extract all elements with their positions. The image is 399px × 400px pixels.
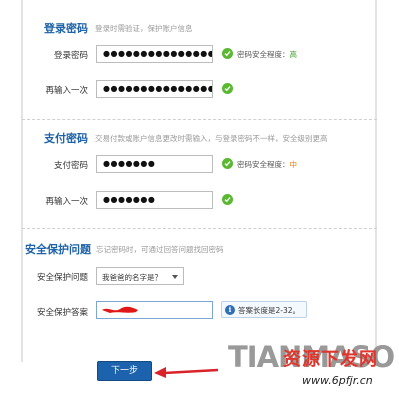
security-section-title: 安全保护问题 bbox=[25, 243, 91, 256]
payment-password-label: 支付密码 bbox=[53, 161, 88, 171]
payment-confirm-label: 再输入一次 bbox=[45, 197, 88, 207]
payment-section-title: 支付密码 bbox=[44, 132, 88, 145]
payment-confirm-input[interactable]: ●●●●●●● bbox=[96, 191, 213, 209]
info-icon: i bbox=[225, 305, 235, 315]
check-icon bbox=[222, 48, 233, 59]
right-border bbox=[375, 0, 377, 362]
security-answer-label: 安全保护答案 bbox=[36, 308, 88, 318]
payment-strength-value: 中 bbox=[289, 160, 298, 169]
login-section-desc: 登录时需验证，保护账户信息 bbox=[95, 24, 193, 33]
watermark-cn: 资源下发网 bbox=[283, 349, 378, 370]
payment-password-input[interactable]: ●●●●●●● bbox=[96, 155, 213, 173]
check-icon bbox=[222, 194, 233, 205]
security-question-label: 安全保护问题 bbox=[36, 273, 88, 283]
divider bbox=[22, 119, 377, 120]
payment-strength-text: 密码安全程度：中 bbox=[237, 160, 298, 169]
payment-section-desc: 交易付款或账户信息更改时需输入，与登录密码不一样，安全级别更高 bbox=[95, 134, 328, 143]
divider bbox=[22, 228, 377, 229]
check-icon bbox=[222, 83, 233, 94]
security-section-desc: 忘记密码时，可通过回答问题找回密码 bbox=[96, 245, 224, 254]
login-confirm-input[interactable]: ●●●●●●●●●●●●●●● bbox=[96, 80, 213, 98]
redaction-scribble bbox=[102, 306, 138, 313]
arrow-left-icon bbox=[154, 367, 219, 378]
login-confirm-label: 再输入一次 bbox=[45, 86, 88, 96]
answer-tip-text: 答案长度是2-32。 bbox=[238, 306, 301, 315]
security-answer-input[interactable] bbox=[96, 301, 213, 319]
login-password-label: 登录密码 bbox=[53, 51, 88, 61]
check-icon bbox=[222, 158, 233, 169]
login-strength-text: 密码安全程度：高 bbox=[237, 50, 298, 59]
security-question-value: 我爸爸的名字是？ bbox=[102, 273, 162, 282]
login-strength-value: 高 bbox=[289, 50, 298, 59]
security-question-select[interactable]: 我爸爸的名字是？ bbox=[96, 267, 184, 285]
watermark-site: www.6pfjr.cn bbox=[302, 374, 373, 387]
answer-length-tip: i 答案长度是2-32。 bbox=[221, 301, 307, 318]
chevron-down-icon bbox=[172, 275, 178, 279]
login-section-title: 登录密码 bbox=[44, 22, 88, 35]
login-password-input[interactable]: ●●●●●●●●●●●●●●● bbox=[96, 45, 213, 63]
next-button[interactable]: 下一步 bbox=[97, 361, 152, 381]
